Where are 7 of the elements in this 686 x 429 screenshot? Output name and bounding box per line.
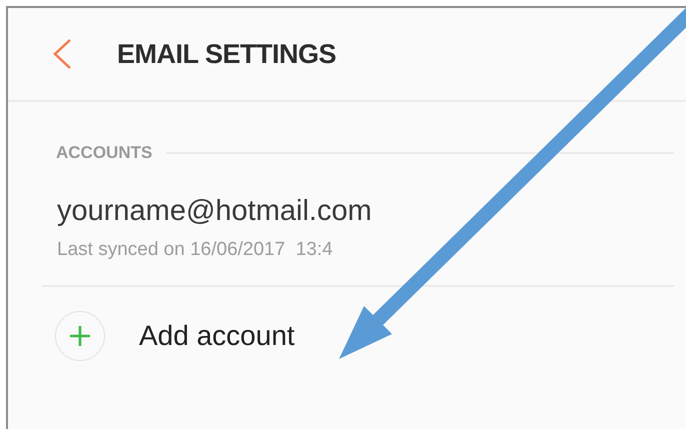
screen-title: EMAIL SETTINGS bbox=[117, 38, 336, 71]
account-email[interactable]: yourname@hotmail.com bbox=[57, 194, 686, 228]
add-account-label[interactable]: Add account bbox=[139, 314, 295, 357]
sync-status: Last synced on 16/06/2017 13:4 bbox=[57, 238, 334, 262]
section-header: ACCOUNTS bbox=[56, 142, 152, 164]
back-icon[interactable] bbox=[52, 38, 72, 70]
plus-icon bbox=[69, 324, 91, 347]
